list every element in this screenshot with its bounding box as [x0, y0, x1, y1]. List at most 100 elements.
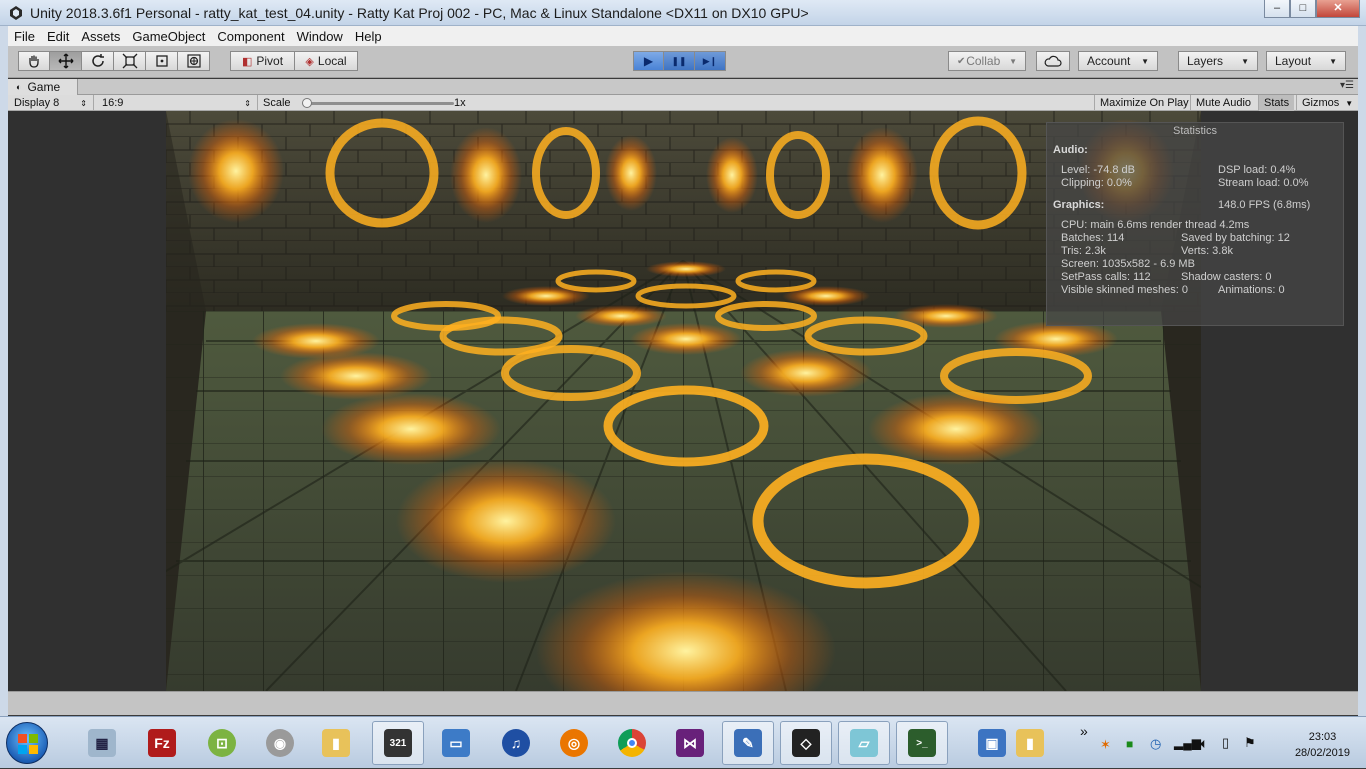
- updown-arrow-icon: ⇕: [244, 98, 251, 108]
- menu-help[interactable]: Help: [349, 29, 388, 44]
- taskbar-headphones[interactable]: ♫: [490, 721, 542, 765]
- aspect-label: 16:9: [102, 97, 124, 109]
- stats-clipping: Clipping: 0.0%: [1061, 177, 1132, 189]
- paint-icon: ✎: [734, 729, 762, 757]
- stats-animations: Animations: 0: [1218, 284, 1285, 296]
- pause-button[interactable]: ❚❚: [664, 51, 695, 71]
- taskbar-folder[interactable]: ▮: [310, 721, 362, 765]
- play-button[interactable]: ▶: [633, 51, 664, 71]
- collab-dropdown[interactable]: ✔ Collab ▼: [948, 51, 1026, 71]
- unity-app-icon: [10, 5, 22, 20]
- rotate-tool-button[interactable]: [82, 51, 114, 71]
- tray-green-square-icon[interactable]: ■: [1126, 737, 1133, 751]
- unity-icon: ◇: [792, 729, 820, 757]
- tray-device-icon[interactable]: ▯: [1222, 735, 1229, 751]
- menu-component[interactable]: Component: [211, 29, 290, 44]
- game-tab-row: ◐ Game ▾☰: [8, 79, 1358, 95]
- layout-dropdown[interactable]: Layout ▼: [1266, 51, 1346, 71]
- taskbar-blender[interactable]: ◎: [548, 721, 600, 765]
- scale-value: 1x: [454, 97, 466, 109]
- tab-game[interactable]: ◐ Game: [8, 79, 78, 95]
- display-dropdown[interactable]: Display 8 ⇕: [8, 95, 94, 111]
- taskbar-visual-studio[interactable]: ⋈: [664, 721, 716, 765]
- transform-tool-button[interactable]: [178, 51, 210, 71]
- display-label: Display 8: [14, 97, 60, 109]
- chevron-down-icon: ▼: [1329, 56, 1337, 66]
- local-toggle-button[interactable]: ◈ Local: [295, 51, 358, 71]
- stats-saved-batching: Saved by batching: 12: [1181, 232, 1290, 244]
- minimize-button[interactable]: –: [1264, 0, 1290, 18]
- stats-toggle[interactable]: Stats: [1258, 95, 1295, 111]
- scale-tool-button[interactable]: [114, 51, 146, 71]
- transform-icon: [186, 54, 201, 68]
- window-frame-left: [0, 46, 8, 716]
- taskbar-speaker[interactable]: ◉: [254, 721, 306, 765]
- calculator-icon: ▦: [88, 729, 116, 757]
- taskbar-clock[interactable]: 23:03 28/02/2019: [1295, 729, 1350, 761]
- chevron-down-icon: ▼: [1241, 56, 1249, 66]
- folder-icon: ▮: [322, 729, 350, 757]
- taskbar-unity[interactable]: ◇: [780, 721, 832, 765]
- blender-icon: ◎: [560, 729, 588, 757]
- stats-screen: Screen: 1035x582 - 6.9 MB: [1061, 258, 1195, 270]
- close-button[interactable]: ✕: [1316, 0, 1360, 18]
- start-button[interactable]: [6, 722, 48, 764]
- stats-fps: 148.0 FPS (6.8ms): [1218, 199, 1311, 211]
- tray-avast-icon[interactable]: ✶: [1100, 737, 1111, 753]
- updown-arrow-icon: ⇕: [80, 98, 87, 108]
- chrome-icon: [618, 729, 646, 757]
- taskbar-calculator[interactable]: ▦: [76, 721, 128, 765]
- window-frame-right: [1358, 26, 1366, 716]
- scale-slider-track[interactable]: [304, 102, 454, 105]
- tray-overflow-icon[interactable]: »: [1080, 723, 1088, 739]
- aspect-dropdown[interactable]: 16:9 ⇕: [96, 95, 258, 111]
- window-title-bar[interactable]: Unity 2018.3.6f1 Personal - ratty_kat_te…: [0, 0, 1366, 26]
- menu-window[interactable]: Window: [291, 29, 349, 44]
- taskbar-paint[interactable]: ✎: [722, 721, 774, 765]
- menu-assets[interactable]: Assets: [75, 29, 126, 44]
- maximize-button[interactable]: □: [1290, 0, 1316, 18]
- taskbar-chrome[interactable]: [606, 721, 658, 765]
- notepad-icon: ▱: [850, 729, 878, 757]
- move-icon: [58, 53, 73, 69]
- collab-label: Collab: [966, 54, 1001, 68]
- stats-verts: Verts: 3.8k: [1181, 245, 1233, 257]
- menu-file[interactable]: File: [8, 29, 41, 44]
- scale-slider-handle[interactable]: [302, 98, 312, 108]
- move-tool-button[interactable]: [50, 51, 82, 71]
- terminal-icon: >_: [908, 729, 936, 757]
- tray-volume-icon[interactable]: 🔈︎: [1200, 735, 1208, 752]
- stats-batches: Batches: 114: [1061, 232, 1125, 244]
- menu-gameobject[interactable]: GameObject: [126, 29, 211, 44]
- taskbar-filezilla[interactable]: Fz: [136, 721, 188, 765]
- mute-audio-toggle[interactable]: Mute Audio: [1190, 95, 1256, 111]
- rect-tool-button[interactable]: [146, 51, 178, 71]
- step-button[interactable]: ▶❙: [695, 51, 726, 71]
- rotate-icon: [91, 54, 104, 67]
- hand-tool-button[interactable]: [18, 51, 50, 71]
- taskbar-notepad[interactable]: ▱: [838, 721, 890, 765]
- taskbar-android-sdk[interactable]: ⊡: [196, 721, 248, 765]
- gizmos-dropdown[interactable]: Gizmos ▼: [1296, 95, 1358, 111]
- taskbar-folder-2[interactable]: ▮: [1004, 721, 1056, 765]
- cloud-button[interactable]: [1036, 51, 1070, 71]
- monitor-icon: ▣: [978, 729, 1006, 757]
- maximize-on-play-toggle[interactable]: Maximize On Play: [1094, 95, 1194, 111]
- taskbar-remote-desktop[interactable]: ▭: [430, 721, 482, 765]
- layers-label: Layers: [1187, 54, 1224, 68]
- gizmos-label: Gizmos: [1302, 97, 1340, 109]
- tray-network-icon[interactable]: ▂▄▆: [1174, 736, 1201, 750]
- stats-skinned-meshes: Visible skinned meshes: 0: [1061, 284, 1188, 296]
- menu-edit[interactable]: Edit: [41, 29, 75, 44]
- stats-stream-load: Stream load: 0.0%: [1218, 177, 1309, 189]
- layers-dropdown[interactable]: Layers ▼: [1178, 51, 1258, 71]
- pivot-toggle-button[interactable]: ◧ Pivot: [230, 51, 295, 71]
- taskbar-clapper[interactable]: 321: [372, 721, 424, 765]
- tray-clock-icon[interactable]: ◷: [1150, 736, 1161, 752]
- tray-flag-icon[interactable]: ⚑: [1244, 735, 1256, 751]
- taskbar-terminal[interactable]: >_: [896, 721, 948, 765]
- tab-menu-icon[interactable]: ▾☰: [1340, 80, 1354, 91]
- account-dropdown[interactable]: Account ▼: [1078, 51, 1158, 71]
- remote-desktop-icon: ▭: [442, 729, 470, 757]
- status-bar: [8, 691, 1358, 715]
